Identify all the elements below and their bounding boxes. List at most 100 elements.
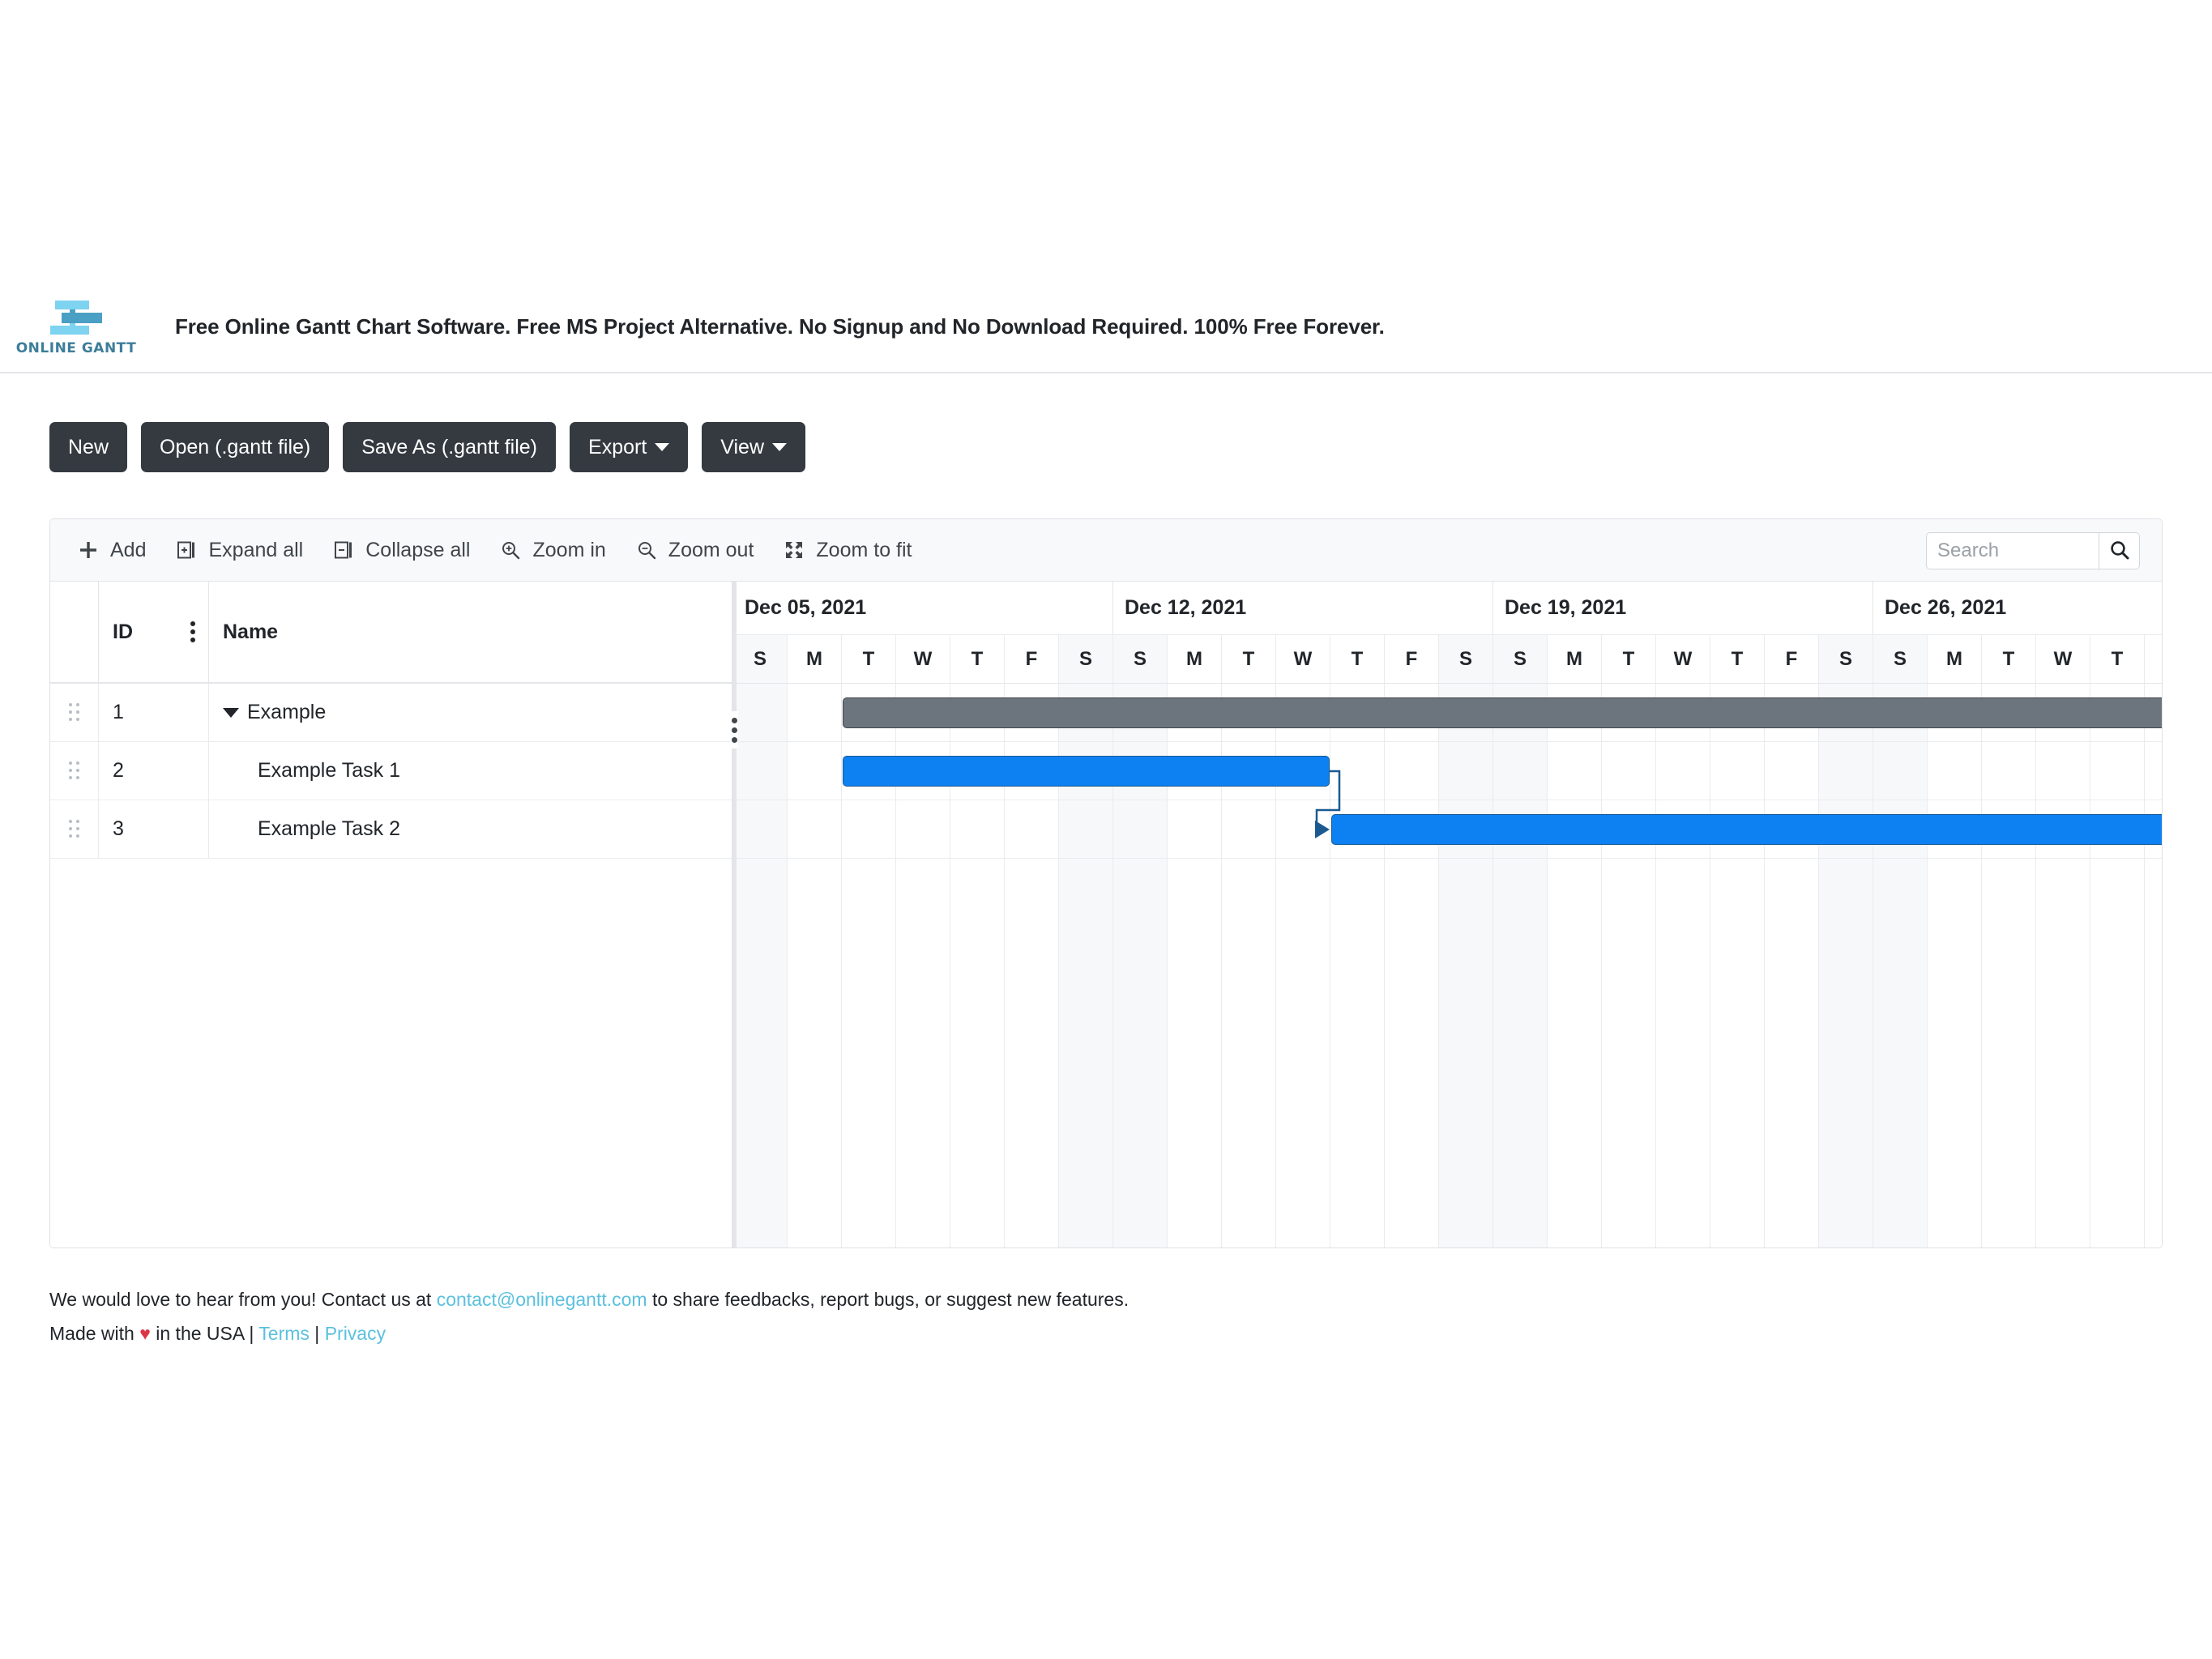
table-row[interactable]: 1 Example xyxy=(50,684,732,742)
collapse-all-button[interactable]: Collapse all xyxy=(318,519,485,582)
search-icon xyxy=(2108,539,2131,564)
footer-text-before: We would love to hear from you! Contact … xyxy=(49,1289,437,1310)
row-name-label: Example Task 1 xyxy=(258,759,401,782)
search-input[interactable] xyxy=(1927,533,2099,569)
row-name-label: Example Task 2 xyxy=(258,817,401,840)
timeline-header: Dec 05, 2021 Dec 12, 2021 Dec 19, 2021 Dec … xyxy=(733,582,2162,684)
row-name-cell[interactable]: Example xyxy=(209,684,732,741)
drag-handle-icon xyxy=(68,820,80,838)
collapse-all-icon xyxy=(332,539,355,561)
gantt-bar-summary[interactable] xyxy=(843,697,2162,728)
table-row[interactable]: 2 Example Task 1 xyxy=(50,742,732,800)
masthead: ONLINE GANTT Free Online Gantt Chart Sof… xyxy=(0,282,2212,373)
export-dropdown-button[interactable]: Export xyxy=(570,422,689,472)
day-header-cell: S xyxy=(1493,635,1548,683)
week-header-row: Dec 05, 2021 Dec 12, 2021 Dec 19, 2021 Dec … xyxy=(733,582,2162,635)
plus-icon xyxy=(77,539,100,561)
day-header-cell: T xyxy=(1602,635,1656,683)
brand-logo-text: ONLINE GANTT xyxy=(15,339,137,356)
splitter-grip-icon[interactable] xyxy=(730,711,738,748)
search-button[interactable] xyxy=(2099,533,2139,569)
name-column-header[interactable]: Name xyxy=(209,582,732,682)
zoom-in-icon xyxy=(499,539,522,561)
day-header-cell: T xyxy=(1222,635,1276,683)
table-row[interactable]: 3 Example Task 2 xyxy=(50,800,732,859)
zoom-to-fit-icon xyxy=(783,539,805,561)
day-header-cell: F xyxy=(1765,635,1819,683)
day-header-cell: F xyxy=(1005,635,1059,683)
open-button-label: Open (.gantt file) xyxy=(160,436,311,458)
row-id-cell: 1 xyxy=(99,684,209,741)
week-header-cell: Dec 05, 2021 xyxy=(733,582,1113,634)
id-column-label: ID xyxy=(113,620,133,643)
week-header-cell: Dec 12, 2021 xyxy=(1113,582,1493,634)
page-footer: We would love to hear from you! Contact … xyxy=(49,1282,1129,1350)
gantt-action-toolbar: Add Expand all Collapse all Zoom in Zoom… xyxy=(50,519,2162,582)
file-toolbar: New Open (.gantt file) Save As (.gantt f… xyxy=(49,422,806,472)
collapse-all-label: Collapse all xyxy=(365,538,471,561)
day-header-cell: W xyxy=(896,635,950,683)
day-header-cell: T xyxy=(950,635,1005,683)
view-dropdown-button[interactable]: View xyxy=(702,422,806,472)
footer-separator: | xyxy=(309,1323,325,1344)
day-header-cell: T xyxy=(1982,635,2036,683)
day-header-cell: M xyxy=(1548,635,1602,683)
day-header-cell: F xyxy=(1385,635,1439,683)
open-button[interactable]: Open (.gantt file) xyxy=(141,422,330,472)
row-drag-handle[interactable] xyxy=(50,742,99,800)
chart-body xyxy=(733,684,2162,1247)
zoom-out-button[interactable]: Zoom out xyxy=(621,519,769,582)
row-id-cell: 3 xyxy=(99,800,209,858)
day-header-cell: W xyxy=(2036,635,2090,683)
day-header-cell: S xyxy=(1439,635,1493,683)
kebab-menu-icon[interactable] xyxy=(190,621,195,642)
pane-splitter[interactable] xyxy=(730,582,738,1247)
day-header-cell: M xyxy=(788,635,842,683)
day-header-cell: M xyxy=(1168,635,1222,683)
day-header-cell: T xyxy=(842,635,896,683)
day-header-cell: S xyxy=(733,635,788,683)
day-header-cell: T xyxy=(1330,635,1385,683)
gantt-bar-task[interactable] xyxy=(843,756,1330,787)
gantt-bar-task[interactable] xyxy=(1331,814,2162,845)
contact-email-link[interactable]: contact@onlinegantt.com xyxy=(437,1289,647,1310)
footer-contact-line: We would love to hear from you! Contact … xyxy=(49,1282,1129,1316)
zoom-in-button[interactable]: Zoom in xyxy=(485,519,620,582)
footer-text-after: to share feedbacks, report bugs, or sugg… xyxy=(647,1289,1129,1310)
brand-logo[interactable]: ONLINE GANTT xyxy=(15,298,137,356)
expand-all-icon xyxy=(175,539,198,561)
drag-column-header xyxy=(50,582,99,682)
zoom-out-label: Zoom out xyxy=(668,538,754,561)
footer-legal-line: Made with ♥ in the USA | Terms | Privacy xyxy=(49,1316,1129,1350)
row-id-cell: 2 xyxy=(99,742,209,800)
privacy-link[interactable]: Privacy xyxy=(325,1323,386,1344)
new-button[interactable]: New xyxy=(49,422,128,472)
new-button-label: New xyxy=(68,436,109,458)
day-header-cell: S xyxy=(1819,635,1873,683)
add-task-button[interactable]: Add xyxy=(62,519,160,582)
row-name-cell[interactable]: Example Task 2 xyxy=(209,800,732,858)
gantt-chart-container: Add Expand all Collapse all Zoom in Zoom… xyxy=(49,518,2163,1248)
day-header-cell: S xyxy=(1873,635,1928,683)
search-box xyxy=(1926,532,2140,569)
row-drag-handle[interactable] xyxy=(50,800,99,858)
page-tagline: Free Online Gantt Chart Software. Free M… xyxy=(175,314,1385,339)
name-column-label: Name xyxy=(223,620,279,643)
zoom-in-label: Zoom in xyxy=(532,538,606,561)
chevron-down-icon[interactable] xyxy=(223,707,239,718)
row-name-cell[interactable]: Example Task 1 xyxy=(209,742,732,800)
expand-all-button[interactable]: Expand all xyxy=(160,519,318,582)
id-column-header[interactable]: ID xyxy=(99,582,209,682)
gantt-split-view: ID Name 1 Example 2 Example Task 1 3 Exa… xyxy=(50,582,2162,1247)
drag-handle-icon xyxy=(68,703,80,722)
drag-handle-icon xyxy=(68,761,80,780)
task-grid-pane: ID Name 1 Example 2 Example Task 1 3 Exa… xyxy=(50,582,738,1247)
footer-usa-text: in the USA | xyxy=(150,1323,259,1344)
gantt-bars-logo-icon xyxy=(50,300,102,335)
save-as-button[interactable]: Save As (.gantt file) xyxy=(343,422,557,472)
zoom-to-fit-button[interactable]: Zoom to fit xyxy=(768,519,926,582)
day-header-cell: F xyxy=(2145,635,2162,683)
row-drag-handle[interactable] xyxy=(50,684,99,741)
terms-link[interactable]: Terms xyxy=(258,1323,310,1344)
row-name-label: Example xyxy=(247,701,327,723)
